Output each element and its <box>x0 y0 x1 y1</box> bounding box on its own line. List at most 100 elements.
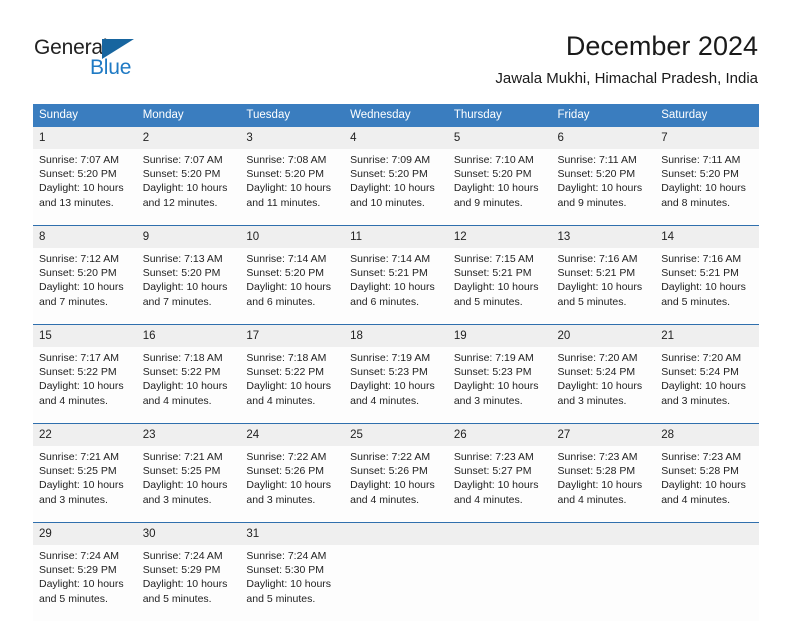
sunrise-time: Sunrise: 7:22 AM <box>246 450 339 464</box>
sunrise-time: Sunrise: 7:21 AM <box>39 450 132 464</box>
sunset-time: Sunset: 5:24 PM <box>558 365 651 379</box>
sunrise-time: Sunrise: 7:09 AM <box>350 153 443 167</box>
daylight-duration: Daylight: 10 hours and 9 minutes. <box>454 181 547 209</box>
day-details: Sunrise: 7:07 AMSunset: 5:20 PMDaylight:… <box>137 149 241 225</box>
calendar-day-cell[interactable]: 22Sunrise: 7:21 AMSunset: 5:25 PMDayligh… <box>33 424 137 523</box>
calendar-week-row: 1Sunrise: 7:07 AMSunset: 5:20 PMDaylight… <box>33 127 759 226</box>
sunrise-time: Sunrise: 7:22 AM <box>350 450 443 464</box>
daylight-duration: Daylight: 10 hours and 7 minutes. <box>39 280 132 308</box>
day-number: 28 <box>655 424 759 446</box>
calendar-day-cell[interactable]: 8Sunrise: 7:12 AMSunset: 5:20 PMDaylight… <box>33 226 137 325</box>
calendar-day-cell[interactable]: 16Sunrise: 7:18 AMSunset: 5:22 PMDayligh… <box>137 325 241 424</box>
sunrise-time: Sunrise: 7:20 AM <box>558 351 651 365</box>
day-number <box>552 523 656 545</box>
calendar-day-cell-empty <box>344 523 448 621</box>
calendar-day-cell[interactable]: 21Sunrise: 7:20 AMSunset: 5:24 PMDayligh… <box>655 325 759 424</box>
daylight-duration: Daylight: 10 hours and 4 minutes. <box>558 478 651 506</box>
calendar-day-cell[interactable]: 9Sunrise: 7:13 AMSunset: 5:20 PMDaylight… <box>137 226 241 325</box>
daylight-duration: Daylight: 10 hours and 5 minutes. <box>246 577 339 605</box>
day-details: Sunrise: 7:24 AMSunset: 5:29 PMDaylight:… <box>33 545 137 621</box>
calendar-day-cell[interactable]: 23Sunrise: 7:21 AMSunset: 5:25 PMDayligh… <box>137 424 241 523</box>
page-title: December 2024 <box>495 30 758 63</box>
calendar-day-cell[interactable]: 27Sunrise: 7:23 AMSunset: 5:28 PMDayligh… <box>552 424 656 523</box>
sunset-time: Sunset: 5:26 PM <box>350 464 443 478</box>
calendar-day-cell[interactable]: 24Sunrise: 7:22 AMSunset: 5:26 PMDayligh… <box>240 424 344 523</box>
generalblue-logo[interactable]: General Blue <box>34 36 234 86</box>
daylight-duration: Daylight: 10 hours and 4 minutes. <box>143 379 236 407</box>
sunrise-time: Sunrise: 7:24 AM <box>143 549 236 563</box>
sunrise-time: Sunrise: 7:15 AM <box>454 252 547 266</box>
calendar-day-cell[interactable]: 29Sunrise: 7:24 AMSunset: 5:29 PMDayligh… <box>33 523 137 621</box>
daylight-duration: Daylight: 10 hours and 5 minutes. <box>558 280 651 308</box>
calendar-day-cell[interactable]: 13Sunrise: 7:16 AMSunset: 5:21 PMDayligh… <box>552 226 656 325</box>
calendar-week-row: 8Sunrise: 7:12 AMSunset: 5:20 PMDaylight… <box>33 226 759 325</box>
calendar-day-cell-empty <box>655 523 759 621</box>
day-number: 27 <box>552 424 656 446</box>
calendar-day-cell[interactable]: 2Sunrise: 7:07 AMSunset: 5:20 PMDaylight… <box>137 127 241 226</box>
day-number: 31 <box>240 523 344 545</box>
day-details: Sunrise: 7:16 AMSunset: 5:21 PMDaylight:… <box>655 248 759 324</box>
sunrise-time: Sunrise: 7:13 AM <box>143 252 236 266</box>
calendar-day-cell[interactable]: 17Sunrise: 7:18 AMSunset: 5:22 PMDayligh… <box>240 325 344 424</box>
calendar-day-cell[interactable]: 18Sunrise: 7:19 AMSunset: 5:23 PMDayligh… <box>344 325 448 424</box>
day-number: 26 <box>448 424 552 446</box>
day-number: 13 <box>552 226 656 248</box>
day-number: 6 <box>552 127 656 149</box>
daylight-duration: Daylight: 10 hours and 3 minutes. <box>454 379 547 407</box>
sunrise-time: Sunrise: 7:12 AM <box>39 252 132 266</box>
day-number: 5 <box>448 127 552 149</box>
sunrise-time: Sunrise: 7:18 AM <box>246 351 339 365</box>
sunset-time: Sunset: 5:28 PM <box>558 464 651 478</box>
daylight-duration: Daylight: 10 hours and 5 minutes. <box>454 280 547 308</box>
daylight-duration: Daylight: 10 hours and 6 minutes. <box>246 280 339 308</box>
calendar-day-cell[interactable]: 26Sunrise: 7:23 AMSunset: 5:27 PMDayligh… <box>448 424 552 523</box>
sunset-time: Sunset: 5:20 PM <box>246 167 339 181</box>
day-number: 30 <box>137 523 241 545</box>
calendar-day-cell[interactable]: 30Sunrise: 7:24 AMSunset: 5:29 PMDayligh… <box>137 523 241 621</box>
day-number: 2 <box>137 127 241 149</box>
calendar-day-cell[interactable]: 15Sunrise: 7:17 AMSunset: 5:22 PMDayligh… <box>33 325 137 424</box>
sunrise-time: Sunrise: 7:21 AM <box>143 450 236 464</box>
calendar-day-cell[interactable]: 20 Sunrise: 7:20 AMSunset: 5:24 PMDayligh… <box>552 325 656 424</box>
weekday-header-wednesday: Wednesday <box>344 104 448 127</box>
calendar-day-cell[interactable]: 4Sunrise: 7:09 AMSunset: 5:20 PMDaylight… <box>344 127 448 226</box>
day-number: 20 <box>552 325 656 347</box>
calendar-day-cell[interactable]: 10Sunrise: 7:14 AMSunset: 5:20 PMDayligh… <box>240 226 344 325</box>
calendar-day-cell[interactable]: 6Sunrise: 7:11 AMSunset: 5:20 PMDaylight… <box>552 127 656 226</box>
calendar-day-cell[interactable]: 28Sunrise: 7:23 AMSunset: 5:28 PMDayligh… <box>655 424 759 523</box>
sunset-time: Sunset: 5:20 PM <box>558 167 651 181</box>
calendar-day-cell[interactable]: 12Sunrise: 7:15 AMSunset: 5:21 PMDayligh… <box>448 226 552 325</box>
sunset-time: Sunset: 5:23 PM <box>350 365 443 379</box>
sunrise-sunset-calendar: Sunday Monday Tuesday Wednesday Thursday… <box>33 104 759 621</box>
calendar-day-cell[interactable]: 14Sunrise: 7:16 AMSunset: 5:21 PMDayligh… <box>655 226 759 325</box>
calendar-day-cell[interactable]: 11Sunrise: 7:14 AMSunset: 5:21 PMDayligh… <box>344 226 448 325</box>
day-details: Sunrise: 7:14 AMSunset: 5:21 PMDaylight:… <box>344 248 448 324</box>
sunrise-time: Sunrise: 7:23 AM <box>454 450 547 464</box>
calendar-day-cell[interactable]: 5Sunrise: 7:10 AMSunset: 5:20 PMDaylight… <box>448 127 552 226</box>
calendar-day-cell[interactable]: 19Sunrise: 7:19 AMSunset: 5:23 PMDayligh… <box>448 325 552 424</box>
calendar-day-cell[interactable]: 7Sunrise: 7:11 AMSunset: 5:20 PMDaylight… <box>655 127 759 226</box>
weekday-header-monday: Monday <box>137 104 241 127</box>
day-number: 18 <box>344 325 448 347</box>
day-number: 8 <box>33 226 137 248</box>
calendar-page: General Blue December 2024 Jawala Mukhi,… <box>0 0 792 612</box>
daylight-duration: Daylight: 10 hours and 3 minutes. <box>39 478 132 506</box>
day-details: Sunrise: 7:11 AMSunset: 5:20 PMDaylight:… <box>655 149 759 225</box>
daylight-duration: Daylight: 10 hours and 5 minutes. <box>143 577 236 605</box>
sunrise-time: Sunrise: 7:14 AM <box>350 252 443 266</box>
calendar-day-cell[interactable]: 25Sunrise: 7:22 AMSunset: 5:26 PMDayligh… <box>344 424 448 523</box>
sunset-time: Sunset: 5:21 PM <box>558 266 651 280</box>
day-details: Sunrise: 7:10 AMSunset: 5:20 PMDaylight:… <box>448 149 552 225</box>
sunset-time: Sunset: 5:25 PM <box>143 464 236 478</box>
daylight-duration: Daylight: 10 hours and 3 minutes. <box>558 379 651 407</box>
day-details <box>344 545 448 621</box>
sunrise-time: Sunrise: 7:19 AM <box>454 351 547 365</box>
sunrise-time: Sunrise: 7:18 AM <box>143 351 236 365</box>
calendar-day-cell[interactable]: 31Sunrise: 7:24 AMSunset: 5:30 PMDayligh… <box>240 523 344 621</box>
calendar-day-cell[interactable]: 1Sunrise: 7:07 AMSunset: 5:20 PMDaylight… <box>33 127 137 226</box>
day-number: 9 <box>137 226 241 248</box>
weekday-header-friday: Friday <box>552 104 656 127</box>
sunset-time: Sunset: 5:25 PM <box>39 464 132 478</box>
calendar-day-cell[interactable]: 3Sunrise: 7:08 AMSunset: 5:20 PMDaylight… <box>240 127 344 226</box>
day-number <box>448 523 552 545</box>
